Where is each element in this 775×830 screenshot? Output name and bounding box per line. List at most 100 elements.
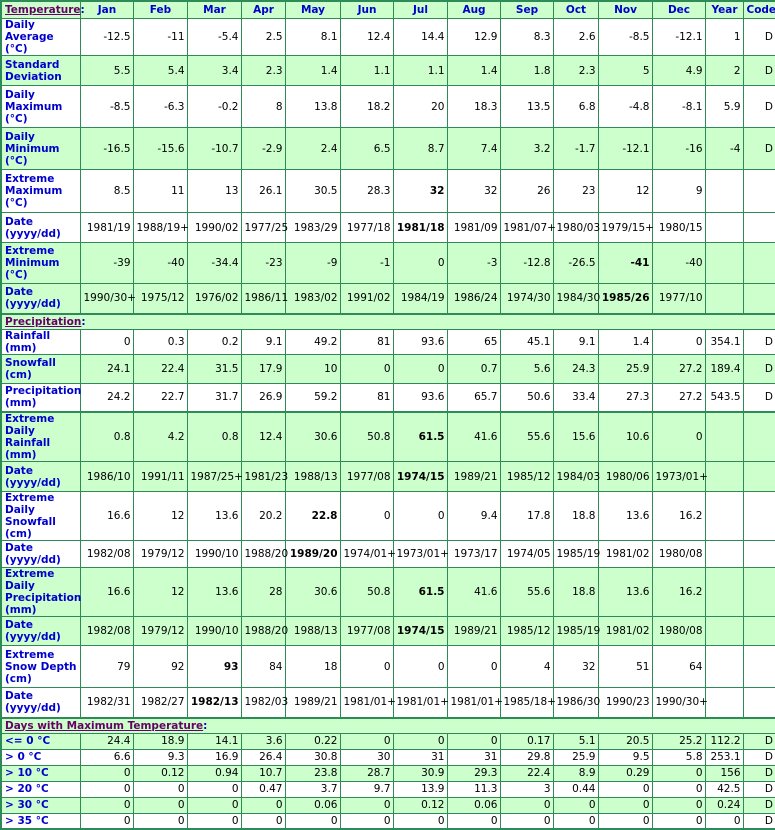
code-cell (742, 411, 775, 462)
value-cell-aug: 1.4 (446, 55, 501, 86)
table-row: Daily Average (°C) -12.5 -11 -5.4 2.5 8.1 12.4… (0, 18, 775, 56)
value-cell-jan: -12.5 (79, 18, 134, 56)
value-cell-jul: 0 (392, 812, 448, 830)
precipitation-link[interactable]: Precipitation (5, 316, 81, 328)
code-cell: D (742, 780, 775, 798)
value-cell-may: 10 (284, 353, 341, 384)
value-cell-nov: 1981/02 (597, 540, 653, 568)
value-cell-jun: 1991/02 (339, 283, 394, 314)
value-cell-nov: 0 (597, 780, 653, 798)
value-cell-jul: 0 (392, 242, 448, 284)
value-cell-oct: 15.6 (552, 411, 599, 462)
code-cell: D (742, 796, 775, 814)
value-cell-jan: 0 (79, 796, 134, 814)
value-cell-sep: 3 (499, 780, 554, 798)
table-row: > 35 °C 0 0 0 0 0 0 0 0 0 0 0 0 0 D (0, 812, 775, 830)
row-label: Daily Minimum (°C) (0, 127, 81, 170)
value-cell-oct: 9.1 (552, 328, 599, 355)
year-cell: 112.2 (704, 732, 744, 750)
value-cell-sep: 1.8 (499, 55, 554, 86)
value-cell-jun: 1977/08 (339, 461, 394, 492)
value-cell-oct: 0 (552, 812, 599, 830)
value-cell-feb: 0 (132, 812, 188, 830)
value-cell-mar: 0.94 (186, 764, 242, 782)
value-cell-mar: 13 (186, 169, 242, 213)
value-cell-nov: 5 (597, 55, 653, 86)
value-cell-dec: 1990/30+ (651, 687, 708, 718)
value-cell-may: 1988/13 (284, 461, 341, 492)
value-cell-may: 18 (284, 645, 341, 688)
value-cell-jul: 0 (392, 645, 448, 688)
value-cell-sep: 4 (499, 645, 554, 688)
value-cell-oct: 5.1 (552, 732, 599, 750)
column-header-oct: Oct (552, 0, 599, 19)
value-cell-aug: 1981/01+ (446, 687, 503, 718)
value-cell-nov: -12.1 (597, 127, 653, 170)
value-cell-nov: 1.4 (597, 328, 653, 355)
value-cell-nov: 13.6 (597, 491, 653, 541)
value-cell-may: 8.1 (284, 18, 341, 56)
value-cell-jan: 79 (79, 645, 134, 688)
code-cell: D (742, 55, 775, 86)
value-cell-jun: 0 (339, 645, 394, 688)
value-cell-feb: 18.9 (132, 732, 188, 750)
value-cell-sep: 1985/12 (499, 616, 554, 646)
value-cell-mar: 0.8 (186, 411, 242, 462)
value-cell-may: 2.4 (284, 127, 341, 170)
year-cell (704, 212, 744, 243)
row-label: > 10 °C (0, 764, 81, 782)
value-cell-jun: 50.8 (339, 567, 394, 617)
value-cell-jan: 1981/19 (79, 212, 134, 243)
value-cell-may: 23.8 (284, 764, 341, 782)
value-cell-mar: 1987/25+ (186, 461, 243, 492)
value-cell-mar: 13.6 (186, 567, 242, 617)
value-cell-aug: 0.7 (446, 353, 501, 384)
value-cell-dec: 1980/15 (651, 212, 706, 243)
table-row: Daily Maximum (°C) -8.5 -6.3 -0.2 8 13.8 18.2 2… (0, 85, 775, 128)
value-cell-apr: 1986/11 (240, 283, 288, 314)
value-cell-jan: 1982/08 (79, 540, 134, 568)
temperature-link[interactable]: Temperature (5, 4, 81, 16)
value-cell-sep: 8.3 (499, 18, 554, 56)
value-cell-apr: 1977/25 (240, 212, 288, 243)
value-cell-jun: 12.4 (339, 18, 394, 56)
value-cell-sep: 26 (499, 169, 554, 213)
row-label: Precipitation (mm) (0, 382, 81, 413)
code-cell (742, 491, 775, 541)
year-cell (704, 567, 744, 617)
row-label: Date (yyyy/dd) (0, 212, 81, 243)
value-cell-feb: 1975/12 (132, 283, 188, 314)
code-cell (742, 567, 775, 617)
value-cell-feb: 22.4 (132, 353, 188, 384)
value-cell-may: 3.7 (284, 780, 341, 798)
value-cell-aug: 32 (446, 169, 501, 213)
value-cell-aug: 0 (446, 812, 501, 830)
value-cell-sep: 1985/18+ (499, 687, 556, 718)
year-cell (704, 616, 744, 646)
code-cell: D (742, 812, 775, 830)
value-cell-apr: 3.6 (240, 732, 286, 750)
value-cell-jan: -8.5 (79, 85, 134, 128)
year-cell: 0 (704, 812, 744, 830)
value-cell-jun: 0 (339, 353, 394, 384)
column-header-nov: Nov (597, 0, 653, 19)
value-cell-feb: -6.3 (132, 85, 188, 128)
value-cell-nov: 1980/06 (597, 461, 653, 492)
value-cell-dec: 0 (651, 796, 706, 814)
row-label: Extreme Minimum (°C) (0, 242, 81, 284)
value-cell-sep: -12.8 (499, 242, 554, 284)
value-cell-may: 1989/20 (284, 540, 341, 568)
value-cell-jul: 8.7 (392, 127, 448, 170)
value-cell-dec: 9 (651, 169, 706, 213)
temperature-section-header: Temperature: (0, 0, 85, 19)
value-cell-jan: 0 (79, 764, 134, 782)
row-label: Daily Average (°C) (0, 18, 81, 56)
code-cell (742, 283, 775, 314)
value-cell-sep: 0.17 (499, 732, 554, 750)
value-cell-apr: 0 (240, 812, 286, 830)
code-cell (742, 645, 775, 688)
value-cell-aug: 65 (446, 328, 501, 355)
value-cell-mar: 13.6 (186, 491, 242, 541)
column-header-code: Code (742, 0, 775, 19)
days-max-temperature-link[interactable]: Days with Maximum Temperature (5, 720, 203, 732)
